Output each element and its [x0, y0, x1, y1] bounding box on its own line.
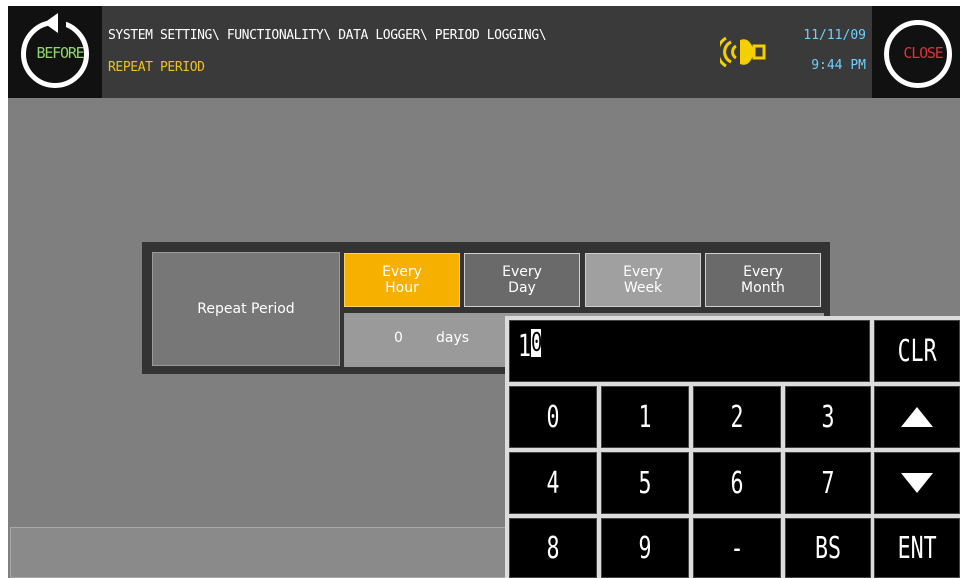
before-label: BEFORE [36, 44, 85, 62]
option-label-line1: Every [382, 264, 422, 280]
backspace-key[interactable]: BS [785, 518, 871, 578]
repeat-period-label: Repeat Period [152, 252, 340, 366]
minus-key[interactable]: - [693, 518, 781, 578]
time-display: 9:44 PM [811, 58, 866, 73]
before-button[interactable]: BEFORE [8, 6, 102, 98]
key-2[interactable]: 2 [693, 386, 781, 448]
option-label-line2: Hour [385, 280, 419, 296]
option-label-line1: Every [623, 264, 663, 280]
buzzer-icon[interactable] [720, 34, 778, 70]
page-title: REPEAT PERIOD [108, 60, 205, 75]
option-label-line2: Day [508, 280, 536, 296]
key-3[interactable]: 3 [785, 386, 871, 448]
days-value: 0 [394, 330, 403, 346]
up-arrow-icon [901, 407, 933, 427]
header-bar [8, 6, 960, 98]
option-label-line1: Every [502, 264, 542, 280]
option-label-line1: Every [743, 264, 783, 280]
down-arrow-icon [901, 473, 933, 493]
key-8[interactable]: 8 [509, 518, 597, 578]
key-6[interactable]: 6 [693, 452, 781, 514]
up-key[interactable] [874, 386, 960, 448]
every-month-button[interactable]: Every Month [705, 253, 821, 307]
enter-key[interactable]: ENT [874, 518, 960, 578]
hmi-screen: BEFORE SYSTEM SETTING\ FUNCTIONALITY\ DA… [0, 0, 960, 578]
option-label-line2: Week [623, 280, 663, 296]
text-cursor: 0 [531, 328, 543, 358]
breadcrumb: SYSTEM SETTING\ FUNCTIONALITY\ DATA LOGG… [108, 28, 547, 43]
key-0[interactable]: 0 [509, 386, 597, 448]
back-arrow-icon [44, 13, 58, 33]
close-label: CLOSE [903, 44, 943, 62]
keypad-display: 10 [509, 320, 870, 382]
close-button[interactable]: CLOSE [872, 6, 960, 98]
status-bar [10, 527, 510, 578]
date-display: 11/11/09 [803, 28, 866, 43]
key-9[interactable]: 9 [601, 518, 689, 578]
days-unit: days [436, 330, 470, 346]
option-label-line2: Month [741, 280, 785, 296]
every-day-button[interactable]: Every Day [464, 253, 580, 307]
clear-key[interactable]: CLR [874, 320, 960, 382]
key-7[interactable]: 7 [785, 452, 871, 514]
every-week-button[interactable]: Every Week [585, 253, 701, 307]
display-value: 1 [518, 329, 532, 364]
key-5[interactable]: 5 [601, 452, 689, 514]
close-ring-icon: CLOSE [884, 20, 952, 88]
down-key[interactable] [874, 452, 960, 514]
every-hour-button[interactable]: Every Hour [344, 253, 460, 307]
key-1[interactable]: 1 [601, 386, 689, 448]
key-4[interactable]: 4 [509, 452, 597, 514]
